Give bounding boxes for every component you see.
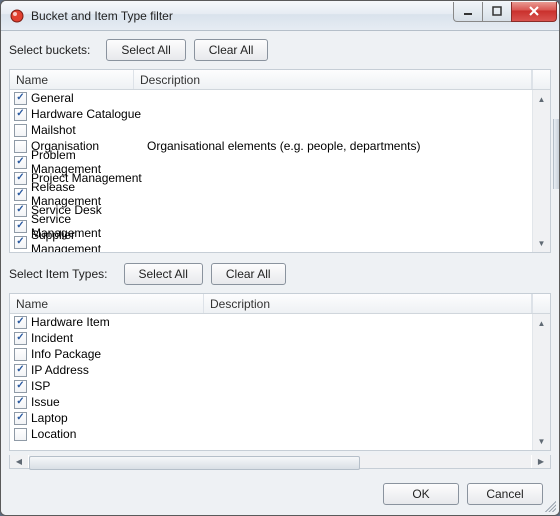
list-item[interactable]: ISP [10, 378, 532, 394]
list-item[interactable]: Mailshot [10, 122, 532, 138]
dialog-window: Bucket and Item Type filter Select bucke… [0, 0, 560, 516]
itemtypes-col-name[interactable]: Name [10, 294, 204, 313]
checkbox[interactable] [14, 316, 27, 329]
header-spacer [532, 70, 550, 89]
buckets-col-name[interactable]: Name [10, 70, 134, 89]
buckets-grid: Name Description General Hardware Catalog… [9, 69, 551, 253]
itemtypes-col-description[interactable]: Description [204, 294, 532, 313]
buckets-select-all-button[interactable]: Select All [106, 39, 185, 61]
checkbox[interactable] [14, 236, 27, 249]
checkbox[interactable] [14, 140, 27, 153]
side-resize-handle[interactable] [553, 119, 559, 189]
buckets-vscroll[interactable]: ▲ ▼ [532, 90, 550, 252]
itemtypes-vscroll[interactable]: ▲ ▼ [532, 314, 550, 450]
checkbox[interactable] [14, 412, 27, 425]
scroll-up-icon[interactable]: ▲ [533, 90, 550, 108]
scroll-right-icon[interactable]: ▶ [532, 455, 550, 468]
list-item[interactable]: Laptop [10, 410, 532, 426]
list-item[interactable]: Issue [10, 394, 532, 410]
checkbox[interactable] [14, 348, 27, 361]
window-buttons [454, 2, 557, 22]
resize-grip[interactable] [542, 498, 556, 512]
checkbox[interactable] [14, 380, 27, 393]
ok-button[interactable]: OK [383, 483, 459, 505]
list-item[interactable]: Hardware Item [10, 314, 532, 330]
list-item[interactable]: Incident [10, 330, 532, 346]
item-name: Laptop [31, 411, 213, 425]
list-item[interactable]: Hardware Catalogue [10, 106, 532, 122]
close-button[interactable] [511, 2, 557, 22]
scroll-down-icon[interactable]: ▼ [533, 234, 550, 252]
window-title: Bucket and Item Type filter [31, 9, 454, 23]
list-item[interactable]: IP Address [10, 362, 532, 378]
scroll-left-icon[interactable]: ◀ [10, 455, 28, 468]
maximize-button[interactable] [482, 2, 512, 22]
scroll-down-icon[interactable]: ▼ [533, 432, 550, 450]
checkbox[interactable] [14, 396, 27, 409]
itemtypes-grid: Name Description Hardware Item Incident In… [9, 293, 551, 451]
hscroll-track[interactable] [29, 455, 531, 468]
itemtypes-clear-all-button[interactable]: Clear All [211, 263, 286, 285]
item-name: Issue [31, 395, 213, 409]
checkbox[interactable] [14, 172, 27, 185]
checkbox[interactable] [14, 92, 27, 105]
itemtypes-label: Select Item Types: [9, 267, 116, 281]
checkbox[interactable] [14, 188, 27, 201]
item-name: IP Address [31, 363, 213, 377]
item-name: ISP [31, 379, 213, 393]
item-name: Hardware Catalogue [31, 107, 143, 121]
checkbox[interactable] [14, 364, 27, 377]
checkbox[interactable] [14, 108, 27, 121]
minimize-button[interactable] [453, 2, 483, 22]
item-name: Incident [31, 331, 213, 345]
client-area: Select buckets: Select All Clear All Nam… [1, 31, 559, 515]
checkbox[interactable] [14, 220, 27, 233]
item-name: Info Package [31, 347, 213, 361]
item-name: General [31, 91, 143, 105]
buckets-header: Select buckets: Select All Clear All [9, 37, 551, 65]
titlebar[interactable]: Bucket and Item Type filter [1, 1, 559, 31]
hscroll-thumb[interactable] [29, 456, 360, 470]
footer: OK Cancel [9, 473, 551, 509]
app-icon [9, 8, 25, 24]
cancel-button[interactable]: Cancel [467, 483, 543, 505]
list-item[interactable]: Info Package [10, 346, 532, 362]
buckets-label: Select buckets: [9, 43, 98, 57]
itemtypes-grid-body: Hardware Item Incident Info Package IP Addr… [10, 314, 550, 450]
buckets-clear-all-button[interactable]: Clear All [194, 39, 269, 61]
item-name: Location [31, 427, 213, 441]
list-item[interactable]: Location [10, 426, 532, 442]
itemtypes-hscroll[interactable]: ◀ ▶ [9, 455, 551, 469]
buckets-col-description[interactable]: Description [134, 70, 532, 89]
item-name: Hardware Item [31, 315, 213, 329]
checkbox[interactable] [14, 204, 27, 217]
buckets-grid-header: Name Description [10, 70, 550, 90]
itemtypes-select-all-button[interactable]: Select All [124, 263, 203, 285]
list-item[interactable]: Supplier Management [10, 234, 532, 250]
checkbox[interactable] [14, 156, 27, 169]
item-description: Organisational elements (e.g. people, de… [147, 139, 421, 153]
itemtypes-grid-header: Name Description [10, 294, 550, 314]
itemtypes-header: Select Item Types: Select All Clear All [9, 261, 551, 289]
item-name: Mailshot [31, 123, 143, 137]
list-item[interactable]: General [10, 90, 532, 106]
checkbox[interactable] [14, 332, 27, 345]
checkbox[interactable] [14, 428, 27, 441]
header-spacer [532, 294, 550, 313]
checkbox[interactable] [14, 124, 27, 137]
buckets-grid-body: General Hardware Catalogue Mailshot Organis… [10, 90, 550, 252]
item-name: Supplier Management [31, 228, 143, 252]
list-item[interactable]: Problem Management [10, 154, 532, 170]
scroll-up-icon[interactable]: ▲ [533, 314, 550, 332]
list-item[interactable]: Release Management [10, 186, 532, 202]
